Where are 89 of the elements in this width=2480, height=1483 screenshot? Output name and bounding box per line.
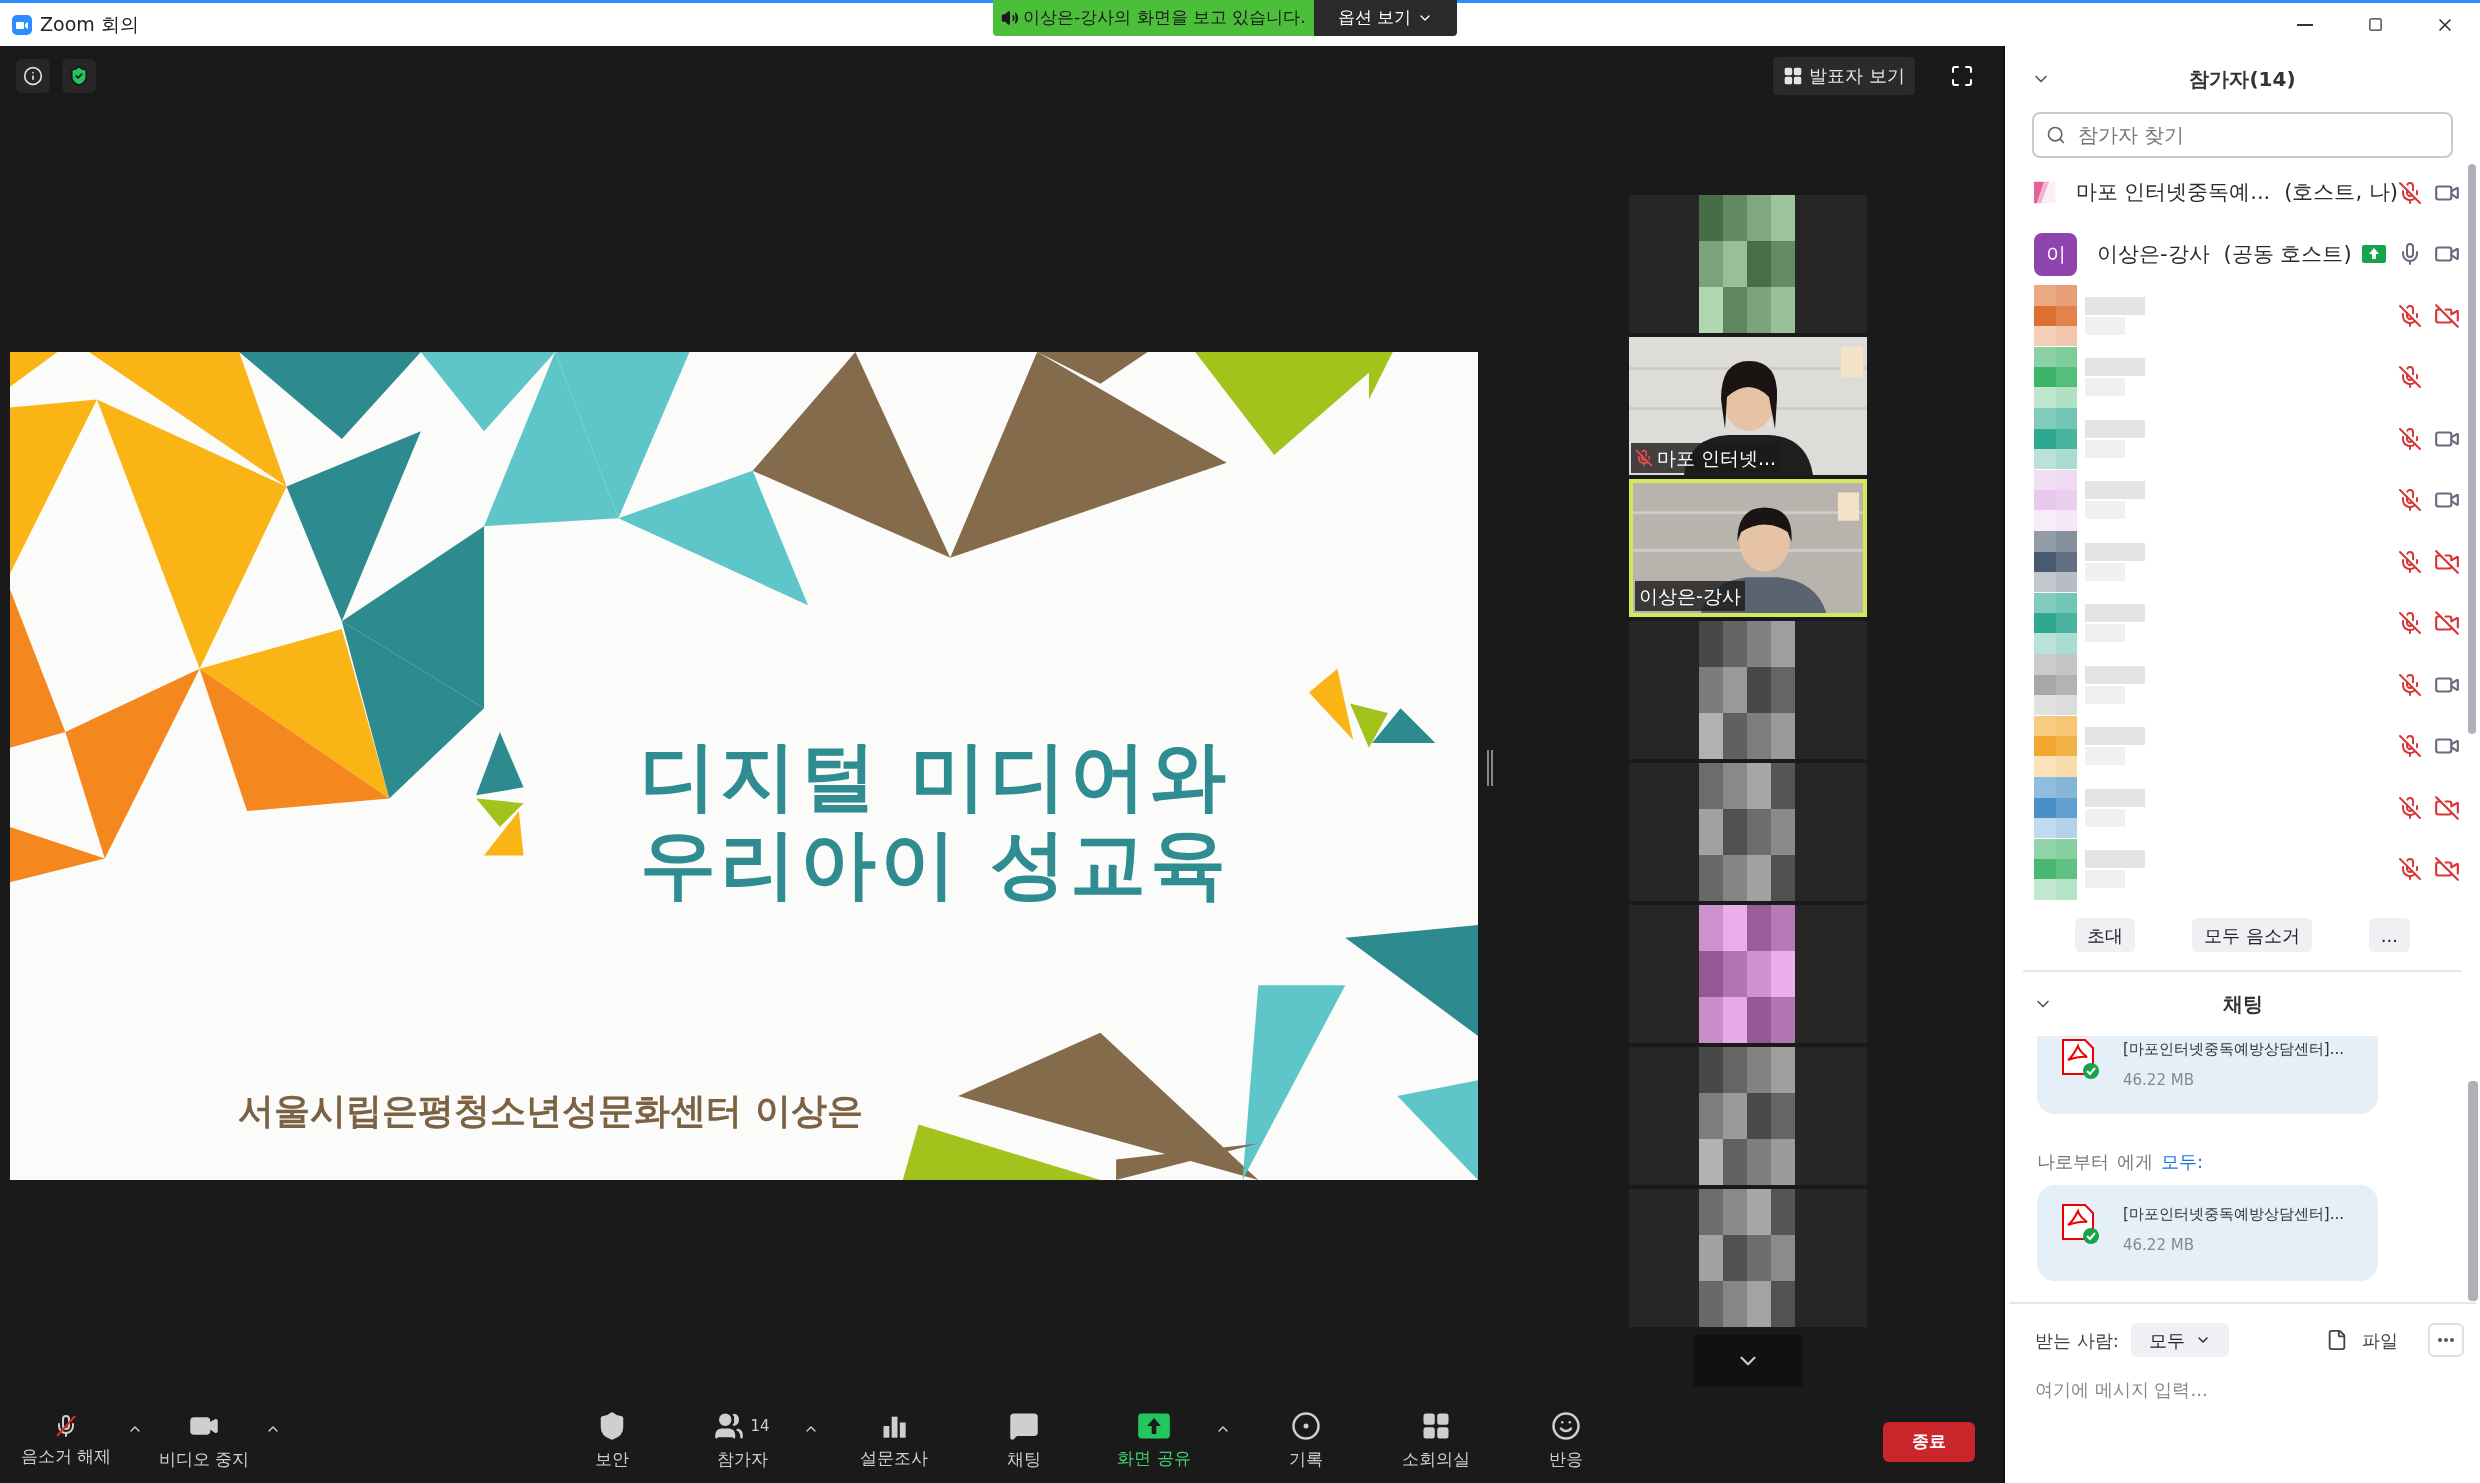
panel-button[interactable]: ... <box>2368 918 2410 952</box>
toolbar-button[interactable]: 기록 <box>1248 1403 1364 1480</box>
scrollbar[interactable] <box>2468 164 2476 734</box>
grid-icon <box>1783 65 1804 86</box>
video-tile[interactable]: 이상은-강사 <box>1629 479 1867 617</box>
scrollbar[interactable] <box>2468 1081 2478 1301</box>
recipient-field-label: 받는 사람: <box>2035 1328 2119 1353</box>
avatar: 이 <box>2034 232 2077 276</box>
slide-subtitle: 서울시립은평청소년성문화센터 이상은 <box>238 1089 863 1133</box>
blurred-name <box>2085 295 2145 336</box>
recipient-link[interactable]: 모두: <box>2161 1148 2204 1175</box>
toolbar-label: 설문조사 <box>860 1446 928 1470</box>
search-icon <box>2046 125 2066 145</box>
pdf-file-icon <box>2061 1203 2101 1245</box>
file-size: 46.22 MB <box>2123 1234 2195 1256</box>
toolbar-button[interactable]: 보안 <box>554 1403 670 1480</box>
end-meeting-button[interactable]: 종료 <box>1883 1421 1975 1462</box>
toolbar-label: 기록 <box>1289 1447 1323 1471</box>
banner-text: 이상은-강사의 화면을 보고 있습니다. <box>1023 6 1306 30</box>
slide-title: 우리아이 성교육 <box>639 820 1231 908</box>
toolbar-label: 비디오 중지 <box>158 1447 250 1471</box>
speaker-icon <box>1001 9 1019 27</box>
blurred-name <box>2085 726 2145 767</box>
more-icon <box>2438 1338 2454 1342</box>
participant-role: (호스트, 나) <box>2284 179 2398 206</box>
participant-role: (공동 호스트) <box>2223 240 2352 268</box>
toolbar-button[interactable]: 채팅 <box>966 1403 1082 1480</box>
toolbar-button[interactable]: 음소거 해제 <box>8 1403 124 1480</box>
blurred-name <box>2085 357 2145 398</box>
app-logo-icon <box>12 14 32 35</box>
toolbar-label: 화면 공유 <box>1117 1446 1191 1470</box>
participant-name: 마포 인터넷... <box>1657 445 1777 471</box>
file-button[interactable]: 파일 <box>2326 1326 2398 1354</box>
participant-name: 이상은-강사 <box>1639 583 1741 609</box>
smiley-icon <box>1551 1410 1581 1441</box>
panel-title: 참가자(14) <box>2189 66 2296 93</box>
file-message[interactable]: [마포인터넷중독예방상담센터]... 46.22 MB <box>2037 1036 2378 1114</box>
recipient-label: 에게 <box>2117 1150 2153 1174</box>
panel-button[interactable]: 초대 <box>2075 918 2135 952</box>
message-input[interactable]: 여기에 메시지 입력... <box>2035 1376 2450 1403</box>
slide-title: 디지털 미디어와 <box>639 732 1231 820</box>
panel-button[interactable]: 모두 음소거 <box>2192 918 2312 952</box>
maximize-icon <box>2367 17 2383 32</box>
toolbar-label: 채팅 <box>1007 1447 1041 1471</box>
file-size: 46.22 MB <box>2123 1069 2195 1091</box>
search-field[interactable]: 참가자 찾기 <box>2032 112 2453 158</box>
resize-handle[interactable] <box>1487 750 1493 786</box>
toolbar-label: 반응 <box>1549 1447 1583 1471</box>
video-tile[interactable]: 마포 인터넷... <box>1629 337 1867 475</box>
view-options-button[interactable]: 옵션 보기 <box>1313 0 1458 36</box>
blurred-name <box>2085 603 2145 644</box>
blurred-name <box>2085 849 2145 890</box>
toolbar-button[interactable]: 설문조사 <box>836 1403 952 1480</box>
file-message[interactable]: [마포인터넷중독예방상담센터]... 46.22 MB <box>2037 1185 2378 1281</box>
participant-name: 이상은-강사 <box>2097 240 2210 268</box>
recipient-dropdown[interactable]: 모두 <box>2130 1323 2229 1357</box>
fullscreen-icon <box>1950 63 1974 88</box>
minimize-icon <box>2297 23 2313 26</box>
blurred-name <box>2085 418 2145 459</box>
file-name: [마포인터넷중독예방상담센터]... <box>2123 1039 2344 1060</box>
blurred-name <box>2085 480 2145 521</box>
info-icon <box>23 65 43 86</box>
sender-label: 나로부터 <box>2037 1150 2109 1174</box>
toolbar-button[interactable]: 화면 공유 <box>1096 1403 1212 1480</box>
record-icon <box>1291 1410 1321 1441</box>
more-options-button[interactable] <box>2428 1323 2464 1357</box>
toolbar-button[interactable]: 소회의실 <box>1378 1403 1494 1480</box>
panel-title: 채팅 <box>2222 991 2263 1018</box>
toolbar-button[interactable]: 비디오 중지 <box>146 1403 262 1480</box>
window-title: Zoom 회의 <box>40 12 139 38</box>
toolbar-label: 참가자 <box>716 1447 768 1471</box>
info-button[interactable] <box>16 58 50 93</box>
file-name: [마포인터넷중독예방상담센터]... <box>2123 1204 2344 1225</box>
file-icon <box>2326 1329 2348 1351</box>
pdf-file-icon <box>2061 1038 2101 1080</box>
speaker-view-button[interactable]: 발표자 보기 <box>1773 56 1915 95</box>
toolbar-button[interactable]: 14 참가자 <box>684 1403 800 1480</box>
blurred-name <box>2085 787 2145 828</box>
toolbar-label: 보안 <box>595 1447 629 1471</box>
toolbar-label: 음소거 해제 <box>20 1444 112 1468</box>
encryption-shield-button[interactable] <box>62 58 96 93</box>
participant-name: 마포 인터넷중독예... <box>2075 179 2271 206</box>
share-screen-icon <box>1137 1411 1171 1440</box>
toolbar-button[interactable]: 반응 <box>1508 1403 1624 1480</box>
shield-check-icon <box>68 64 90 87</box>
blurred-name <box>2085 541 2145 582</box>
participant-count: 14 <box>750 1415 770 1437</box>
blurred-name <box>2085 664 2145 705</box>
toolbar-label: 소회의실 <box>1402 1447 1470 1471</box>
